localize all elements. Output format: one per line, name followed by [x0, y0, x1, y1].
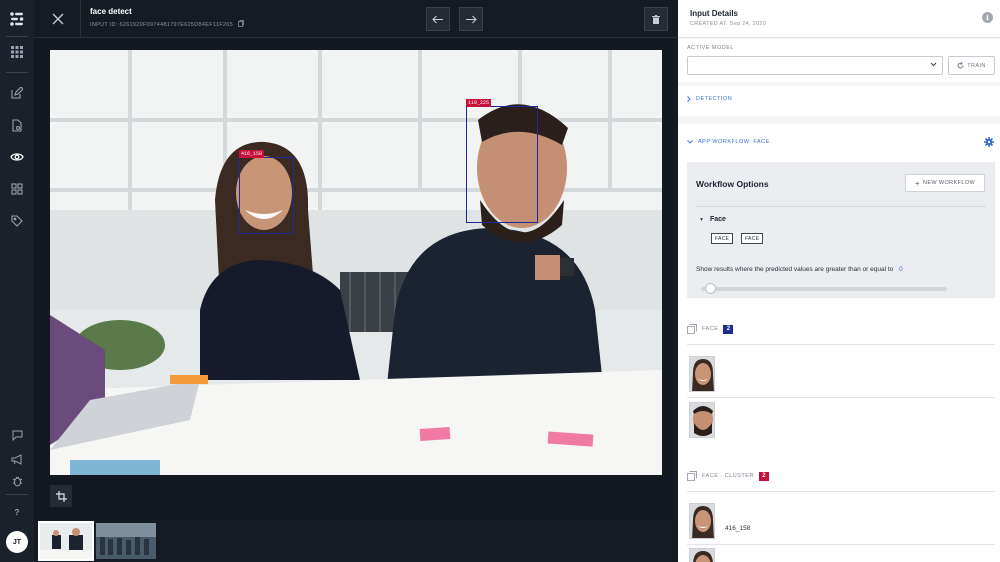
input-thumbnail-strip [34, 520, 678, 562]
previous-input-button[interactable] [426, 7, 450, 31]
workflow-options: Workflow Options + NEW WORKFLOW ▼ Face F… [687, 162, 995, 298]
delete-button[interactable] [644, 7, 668, 31]
office-photo [50, 50, 662, 475]
help-icon[interactable]: ? [8, 503, 26, 521]
arrow-left-icon [432, 15, 443, 23]
arrow-right-icon [466, 15, 477, 23]
announcement-icon[interactable] [8, 450, 26, 468]
refresh-icon [957, 62, 964, 69]
face-bounding-box[interactable]: 118_225 [466, 99, 538, 223]
edit-icon[interactable] [8, 84, 26, 102]
chevron-down-icon [930, 62, 937, 67]
left-nav-rail: ? JT [0, 0, 34, 562]
concept-name: FACE [702, 326, 719, 332]
input-id: INPUT ID: 6261920F0974481797E625D84EF11F… [90, 20, 244, 28]
train-label: TRAIN [967, 62, 986, 69]
detection-section[interactable]: DETECTION [678, 86, 1000, 116]
created-at: CREATED AT: Sep 24, 2020 [690, 21, 767, 27]
concept-face-cluster[interactable]: FACE - CLUSTER 2 [687, 471, 769, 481]
close-icon [52, 13, 64, 25]
thumbnail-selected[interactable] [38, 521, 94, 561]
detection-label: DETECTION [696, 96, 733, 102]
chevron-down-icon[interactable]: ▼ [699, 217, 704, 223]
input-viewer-header: face detect INPUT ID: 6261920F0974481797… [34, 0, 678, 38]
threshold-slider-track[interactable] [701, 287, 947, 291]
model-tag: FACE [741, 233, 764, 244]
tag-icon[interactable] [8, 212, 26, 230]
concept-name: FACE - CLUSTER [702, 473, 754, 479]
cluster-item-label: 416_158 [725, 525, 751, 532]
face-crop-thumbnail[interactable] [689, 548, 715, 562]
concept-count-badge: 2 [723, 324, 734, 334]
active-model-select[interactable] [687, 56, 943, 75]
chat-icon[interactable] [8, 426, 26, 444]
bounding-box-label: 118_225 [466, 99, 492, 107]
plus-icon: + [914, 178, 920, 188]
concept-count-badge: 2 [758, 471, 769, 481]
copy-icon[interactable] [237, 20, 244, 27]
train-button[interactable]: TRAIN [948, 56, 995, 75]
model-tag: FACE [711, 233, 734, 244]
face-crop-thumbnail[interactable] [689, 402, 715, 438]
chevron-right-icon [687, 96, 691, 102]
new-workflow-label: NEW WORKFLOW [922, 180, 976, 186]
page-title: face detect [90, 7, 132, 16]
image-stage: 416_158 118_225 [34, 38, 678, 524]
info-icon[interactable]: i [982, 12, 993, 23]
face-bounding-box[interactable]: 416_158 [239, 150, 294, 234]
model-name: Face [709, 216, 726, 223]
active-model-label: ACTIVE MODEL [687, 45, 734, 51]
clarifai-logo-icon[interactable] [8, 10, 26, 28]
threshold-slider-handle[interactable] [705, 283, 716, 294]
panel-header: Input Details CREATED AT: Sep 24, 2020 i [678, 0, 1000, 38]
close-button[interactable] [46, 8, 70, 30]
concept-icon [687, 471, 697, 481]
input-details-panel: Input Details CREATED AT: Sep 24, 2020 i… [678, 0, 1000, 562]
threshold-value: 0 [899, 266, 903, 273]
workflow-options-title: Workflow Options [696, 179, 769, 189]
new-workflow-button[interactable]: + NEW WORKFLOW [905, 174, 985, 192]
chevron-down-icon [687, 140, 693, 144]
face-crop-thumbnail[interactable] [689, 503, 715, 539]
gallery-icon[interactable] [8, 180, 26, 198]
next-input-button[interactable] [459, 7, 483, 31]
bug-icon[interactable] [8, 472, 26, 490]
app-workflow-label: APP WORKFLOW: FACE [698, 139, 770, 145]
crop-icon [55, 490, 67, 502]
avatar[interactable]: JT [6, 531, 28, 553]
app-workflow-toggle[interactable]: APP WORKFLOW: FACE [687, 139, 770, 145]
apps-grid-icon[interactable] [8, 43, 26, 61]
input-id-text: INPUT ID: 6261920F0974481797E625D84EF11F… [90, 22, 233, 28]
thumbnail[interactable] [96, 523, 156, 559]
concept-icon [687, 324, 697, 334]
trash-icon [652, 14, 660, 24]
gear-icon[interactable] [984, 137, 994, 147]
bounding-box-label: 416_158 [239, 150, 265, 158]
face-crop-thumbnail[interactable] [689, 356, 715, 392]
document-search-icon[interactable] [8, 116, 26, 134]
crop-button[interactable] [50, 485, 72, 507]
eye-icon[interactable] [8, 148, 26, 166]
concept-face[interactable]: FACE 2 [687, 324, 734, 334]
threshold-text: Show results where the predicted values … [696, 266, 894, 273]
panel-title: Input Details [690, 9, 739, 18]
input-image[interactable]: 416_158 118_225 [50, 50, 662, 475]
